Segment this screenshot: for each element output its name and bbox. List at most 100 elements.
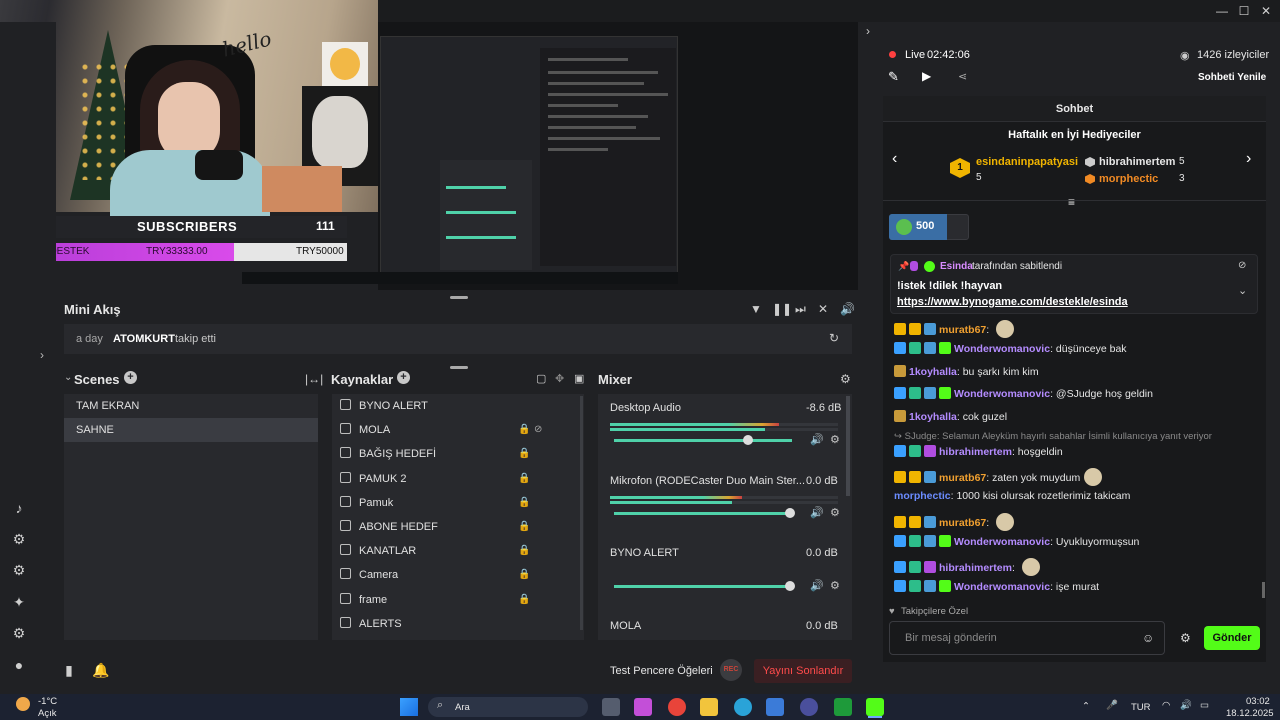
menu-toggle-icon[interactable]: ≡ xyxy=(1068,195,1075,209)
chat-username[interactable]: muratb67 xyxy=(939,324,986,336)
battery-icon[interactable]: ▭ xyxy=(1200,700,1209,711)
minimize-button[interactable]: — xyxy=(1212,2,1232,20)
profile-icon[interactable]: ● xyxy=(10,657,28,675)
file-explorer-icon[interactable] xyxy=(700,698,718,716)
chat-username[interactable]: Wonderwomanovic xyxy=(954,343,1050,355)
bell-icon[interactable]: 🔔 xyxy=(92,662,110,680)
tray-chevron-icon[interactable]: ⌃ xyxy=(1082,701,1090,712)
chat-message[interactable]: hibrahimertem: xyxy=(894,558,1040,576)
lock-icon[interactable]: 🔒 xyxy=(518,491,530,515)
hidden-icon[interactable]: ⊘ xyxy=(534,418,542,442)
source-item[interactable]: PAMUK 2 🔒 xyxy=(332,467,578,491)
source-item[interactable]: MOLA 🔒 ⊘ xyxy=(332,418,578,442)
chevron-down-icon[interactable]: ⌄ xyxy=(1238,284,1247,297)
mixer-scrollbar[interactable] xyxy=(846,396,850,496)
unpin-icon[interactable]: ⊘ xyxy=(1238,260,1246,271)
source-folder-icon[interactable]: ▣ xyxy=(574,372,584,385)
lock-icon[interactable]: 🔒 xyxy=(518,515,530,539)
chat-message[interactable]: morphectic: 1000 kisi olursak rozetlerim… xyxy=(894,490,1130,502)
settings-alt-icon[interactable]: ⚙ xyxy=(10,531,28,549)
source-window-icon[interactable]: ▢ xyxy=(536,372,546,385)
chat-username[interactable]: muratb67 xyxy=(939,517,986,529)
end-stream-button[interactable]: Yayını Sonlandır xyxy=(754,659,852,683)
source-item[interactable]: KANATLAR 🔒 xyxy=(332,539,578,563)
chat-message[interactable]: Wonderwomanovic: düşünceye bak xyxy=(894,342,1127,355)
lock-icon[interactable]: 🔒 xyxy=(518,442,530,466)
source-item[interactable]: Pamuk 🔒 xyxy=(332,491,578,515)
scene-item-selected[interactable]: SAHNE xyxy=(64,418,318,442)
lock-icon[interactable]: 🔒 xyxy=(518,539,530,563)
chat-username[interactable]: SJudge xyxy=(905,431,937,442)
volume-slider-knob[interactable] xyxy=(785,581,795,591)
source-move-icon[interactable]: ✥ xyxy=(555,372,564,385)
chat-username[interactable]: 1koyhalla xyxy=(909,411,957,423)
reply-context[interactable]: ↪ SJudge: Selamun Aleyküm hayırlı sabahl… xyxy=(894,431,1212,442)
clock-time[interactable]: 03:02 xyxy=(1246,696,1270,707)
volume-slider[interactable] xyxy=(614,439,792,442)
source-item[interactable]: BYNO ALERT xyxy=(332,394,578,418)
obs-icon[interactable] xyxy=(800,698,818,716)
speaker-icon[interactable]: 🔊 xyxy=(1180,700,1192,711)
scene-item[interactable]: TAM EKRAN xyxy=(64,394,318,418)
lock-icon[interactable]: 🔒 xyxy=(518,467,530,491)
stats-icon[interactable]: ▮ xyxy=(60,662,78,680)
chat-username[interactable]: Wonderwomanovic xyxy=(954,581,1050,593)
expand-icon[interactable]: › xyxy=(40,348,44,362)
kick-studio-icon[interactable] xyxy=(866,698,884,716)
add-scene-icon[interactable]: + xyxy=(124,371,137,384)
chat-message[interactable]: Wonderwomanovic: @SJudge hoş geldin xyxy=(894,387,1153,400)
mute-icon[interactable]: 🔊 xyxy=(810,433,824,446)
chat-tab[interactable]: Sohbet xyxy=(883,96,1266,122)
channel-settings-icon[interactable]: ⚙ xyxy=(830,433,840,446)
chat-username[interactable]: Wonderwomanovic xyxy=(954,536,1050,548)
chevron-down-icon[interactable]: ⌄ xyxy=(64,372,72,383)
maximize-button[interactable]: ☐ xyxy=(1234,2,1254,20)
mixer-settings-icon[interactable]: ⚙ xyxy=(840,372,851,386)
source-item[interactable]: BAĞIŞ HEDEFİ 🔒 xyxy=(332,442,578,466)
chat-username[interactable]: hibrahimertem xyxy=(939,446,1012,458)
source-item[interactable]: ALERTS xyxy=(332,612,578,636)
refresh-chat-button[interactable]: Sohbeti Yenile xyxy=(1198,72,1266,83)
sparkle-icon[interactable]: ✦ xyxy=(10,594,28,612)
volume-slider-knob[interactable] xyxy=(785,508,795,518)
channel-settings-icon[interactable]: ⚙ xyxy=(830,579,840,592)
rec-button[interactable]: REC xyxy=(720,659,742,681)
wifi-icon[interactable]: ◠ xyxy=(1162,700,1170,711)
splitter-handle[interactable] xyxy=(450,296,468,299)
send-button[interactable]: Gönder xyxy=(1204,626,1260,650)
edit-icon[interactable]: ✎ xyxy=(888,69,899,85)
chat-message[interactable]: muratb67: xyxy=(894,513,1015,531)
channel-settings-icon[interactable]: ⚙ xyxy=(830,506,840,519)
pinned-link[interactable]: https://www.bynogame.com/destekle/esinda xyxy=(897,296,1128,308)
collapse-icon[interactable]: › xyxy=(866,24,870,38)
store-icon[interactable] xyxy=(766,698,784,716)
chat-message[interactable]: Wonderwomanovic: Uyukluyormuşsun xyxy=(894,535,1139,548)
chat-username[interactable]: morphectic xyxy=(894,490,951,502)
source-item[interactable]: Camera 🔒 xyxy=(332,563,578,587)
mute-icon[interactable]: 🔊 xyxy=(810,579,824,592)
test-windows-button[interactable]: Test Pencere Öğeleri xyxy=(610,665,713,677)
chrome-icon[interactable] xyxy=(668,698,686,716)
lock-icon[interactable]: 🔒 xyxy=(518,588,530,612)
source-item[interactable]: frame 🔒 xyxy=(332,588,578,612)
volume-icon[interactable]: 🔊 xyxy=(840,302,855,316)
chat-settings-icon[interactable]: ⚙ xyxy=(1180,631,1191,645)
share-icon[interactable]: ⋖ xyxy=(958,70,967,83)
effects-icon[interactable]: ⚙ xyxy=(10,562,28,580)
filter-icon[interactable]: ▼ xyxy=(750,302,762,316)
chat-username[interactable]: 1koyhalla xyxy=(909,366,957,378)
chat-username[interactable]: Wonderwomanovic xyxy=(954,388,1050,400)
source-item[interactable]: ABONE HEDEF 🔒 xyxy=(332,515,578,539)
lock-icon[interactable]: 🔒 xyxy=(518,418,530,442)
mute-alerts-icon[interactable]: ✕ xyxy=(818,302,828,316)
close-button[interactable]: ✕ xyxy=(1256,2,1276,20)
pause-icon[interactable]: ❚❚ xyxy=(772,302,792,316)
sources-scrollbar[interactable] xyxy=(580,396,583,630)
clip-icon[interactable]: ▶ xyxy=(922,69,931,83)
skip-icon[interactable]: ⏭ xyxy=(795,302,806,317)
chat-message[interactable]: 1koyhalla: cok guzel xyxy=(894,410,1007,423)
chat-scrollbar[interactable] xyxy=(1262,582,1265,598)
chat-message[interactable]: Wonderwomanovic: işe murat xyxy=(894,580,1099,593)
clock-date[interactable]: 18.12.2025 xyxy=(1226,708,1274,719)
edge-icon[interactable] xyxy=(734,698,752,716)
